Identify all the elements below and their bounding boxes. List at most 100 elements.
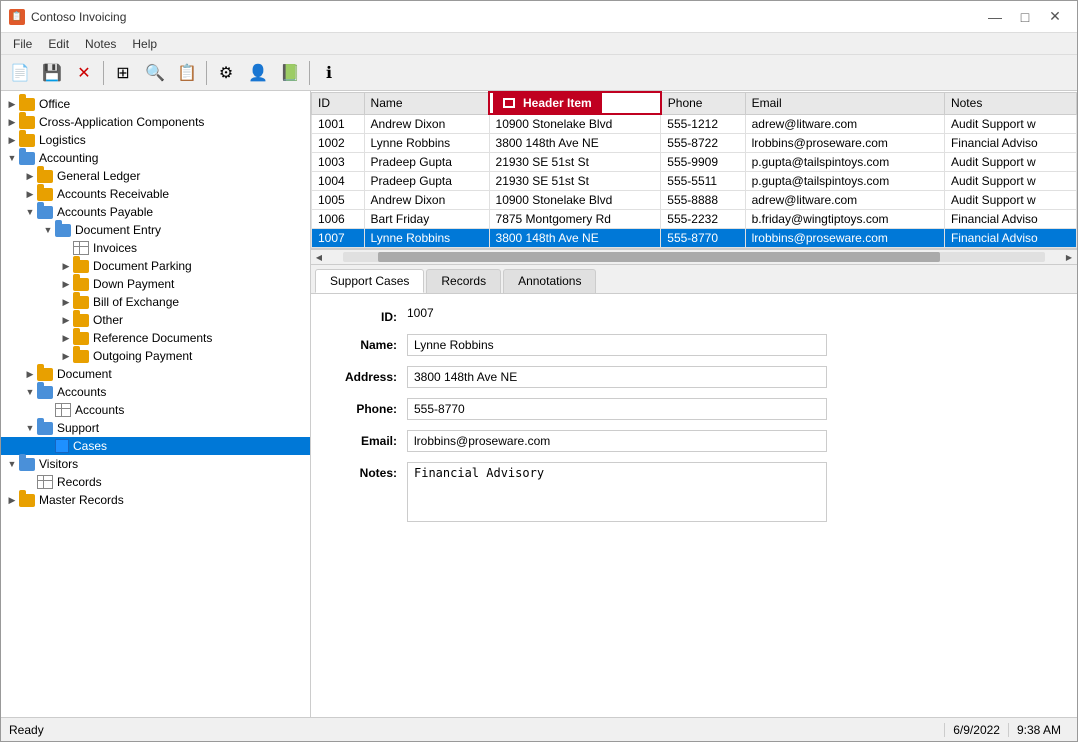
scroll-track[interactable] (343, 252, 1045, 262)
sidebar-item-accounts-receivable[interactable]: Accounts Receivable (1, 185, 310, 203)
arrow-accounting (5, 151, 19, 165)
cell-notes: Audit Support w (944, 172, 1076, 191)
detail-notes-textarea[interactable]: Financial Advisory (407, 462, 827, 522)
sidebar-item-accounts[interactable]: Accounts (1, 383, 310, 401)
sidebar-item-records[interactable]: Records (1, 473, 310, 491)
sidebar-item-outgoing-payment[interactable]: Outgoing Payment (1, 347, 310, 365)
arrow-master-records (5, 493, 19, 507)
arrow-support (23, 421, 37, 435)
sidebar-item-accounts-payable[interactable]: Accounts Payable (1, 203, 310, 221)
toolbar-clipboard[interactable]: 📋 (172, 59, 202, 87)
sidebar-item-accounts-table[interactable]: Accounts (1, 401, 310, 419)
sidebar-label-document-parking: Document Parking (93, 259, 192, 273)
col-phone[interactable]: Phone (661, 92, 745, 114)
sidebar-label-visitors: Visitors (39, 457, 78, 471)
sidebar-item-document-parking[interactable]: Document Parking (1, 257, 310, 275)
cell-name: Lynne Robbins (364, 134, 489, 153)
menu-file[interactable]: File (5, 35, 40, 53)
sidebar-label-document-entry: Document Entry (75, 223, 161, 237)
detail-notes-label: Notes: (327, 462, 397, 480)
header-item-tooltip: Header Item (493, 91, 602, 115)
sidebar-item-master-records[interactable]: Master Records (1, 491, 310, 509)
detail-email-value[interactable] (407, 430, 827, 452)
sidebar-item-document[interactable]: Document (1, 365, 310, 383)
cell-email: lrobbins@proseware.com (745, 229, 944, 248)
table-row[interactable]: 1005 Andrew Dixon 10900 Stonelake Blvd 5… (312, 191, 1077, 210)
detail-id-value: 1007 (407, 306, 827, 320)
col-email[interactable]: Email (745, 92, 944, 114)
sidebar-item-visitors[interactable]: Visitors (1, 455, 310, 473)
detail-name-value[interactable] (407, 334, 827, 356)
sidebar-label-records: Records (57, 475, 102, 489)
menu-help[interactable]: Help (124, 35, 165, 53)
toolbar-save[interactable]: 💾 (37, 59, 67, 87)
menubar: File Edit Notes Help (1, 33, 1077, 55)
col-id[interactable]: ID (312, 92, 365, 114)
tab-support-cases[interactable]: Support Cases (315, 269, 424, 293)
arrow-other (59, 313, 73, 327)
detail-name-input[interactable] (407, 334, 827, 356)
sidebar-item-support[interactable]: Support (1, 419, 310, 437)
minimize-button[interactable]: — (981, 7, 1009, 27)
table-row[interactable]: 1003 Pradeep Gupta 21930 SE 51st St 555-… (312, 153, 1077, 172)
arrow-accounts (23, 385, 37, 399)
sidebar-item-invoices[interactable]: Invoices (1, 239, 310, 257)
col-name[interactable]: Name (364, 92, 489, 114)
toolbar-sep-1 (103, 61, 104, 85)
arrow-document (23, 367, 37, 381)
cell-email: p.gupta@tailspintoys.com (745, 153, 944, 172)
table-row[interactable]: 1001 Andrew Dixon 10900 Stonelake Blvd 5… (312, 114, 1077, 134)
sidebar-item-general-ledger[interactable]: General Ledger (1, 167, 310, 185)
table-row[interactable]: 1002 Lynne Robbins 3800 148th Ave NE 555… (312, 134, 1077, 153)
detail-row-phone: Phone: (327, 398, 1061, 420)
table-row[interactable]: 1006 Bart Friday 7875 Montgomery Rd 555-… (312, 210, 1077, 229)
detail-address-label: Address: (327, 366, 397, 384)
cell-phone: 555-5511 (661, 172, 745, 191)
sidebar-item-cases[interactable]: Cases (1, 437, 310, 455)
scroll-thumb[interactable] (378, 252, 940, 262)
toolbar-settings[interactable]: ⚙ (211, 59, 241, 87)
sidebar-item-cross-app[interactable]: Cross-Application Components (1, 113, 310, 131)
sidebar-item-document-entry[interactable]: Document Entry (1, 221, 310, 239)
folder-icon-down-payment (73, 278, 89, 291)
folder-icon-document (37, 368, 53, 381)
toolbar-grid[interactable]: ⊞ (108, 59, 138, 87)
detail-notes-value[interactable]: Financial Advisory (407, 462, 827, 525)
detail-address-input[interactable] (407, 366, 827, 388)
sidebar-item-down-payment[interactable]: Down Payment (1, 275, 310, 293)
sidebar-item-bill-of-exchange[interactable]: Bill of Exchange (1, 293, 310, 311)
scroll-left-arrow[interactable]: ◀ (311, 249, 327, 265)
toolbar-new[interactable]: 📄 (5, 59, 35, 87)
toolbar-info[interactable]: ℹ (314, 59, 344, 87)
tab-records[interactable]: Records (426, 269, 501, 293)
sidebar-item-accounting[interactable]: Accounting (1, 149, 310, 167)
detail-phone-input[interactable] (407, 398, 827, 420)
scroll-right-arrow[interactable]: ▶ (1061, 249, 1077, 265)
col-notes[interactable]: Notes (944, 92, 1076, 114)
arrow-office (5, 97, 19, 111)
toolbar-delete[interactable]: ✕ (69, 59, 99, 87)
detail-phone-value[interactable] (407, 398, 827, 420)
close-button[interactable]: ✕ (1041, 7, 1069, 27)
detail-email-input[interactable] (407, 430, 827, 452)
toolbar-search[interactable]: 🔍 (140, 59, 170, 87)
cell-address: 3800 148th Ave NE (489, 134, 661, 153)
sidebar-item-reference-documents[interactable]: Reference Documents (1, 329, 310, 347)
menu-notes[interactable]: Notes (77, 35, 124, 53)
table-row-selected[interactable]: 1007 Lynne Robbins 3800 148th Ave NE 555… (312, 229, 1077, 248)
folder-icon-accounts (37, 386, 53, 399)
horizontal-scrollbar[interactable]: ◀ ▶ (311, 249, 1077, 265)
sidebar-item-office[interactable]: Office (1, 95, 310, 113)
detail-address-value[interactable] (407, 366, 827, 388)
toolbar-export[interactable]: 📗 (275, 59, 305, 87)
toolbar-user[interactable]: 👤 (243, 59, 273, 87)
statusbar-date: 6/9/2022 (944, 723, 1008, 737)
menu-edit[interactable]: Edit (40, 35, 77, 53)
tab-annotations[interactable]: Annotations (503, 269, 596, 293)
detail-content: ID: 1007 Name: Address: (311, 294, 1077, 717)
sidebar-item-other[interactable]: Other (1, 311, 310, 329)
table-row[interactable]: 1004 Pradeep Gupta 21930 SE 51st St 555-… (312, 172, 1077, 191)
maximize-button[interactable]: □ (1011, 7, 1039, 27)
sidebar-label-bill-of-exchange: Bill of Exchange (93, 295, 179, 309)
sidebar-item-logistics[interactable]: Logistics (1, 131, 310, 149)
